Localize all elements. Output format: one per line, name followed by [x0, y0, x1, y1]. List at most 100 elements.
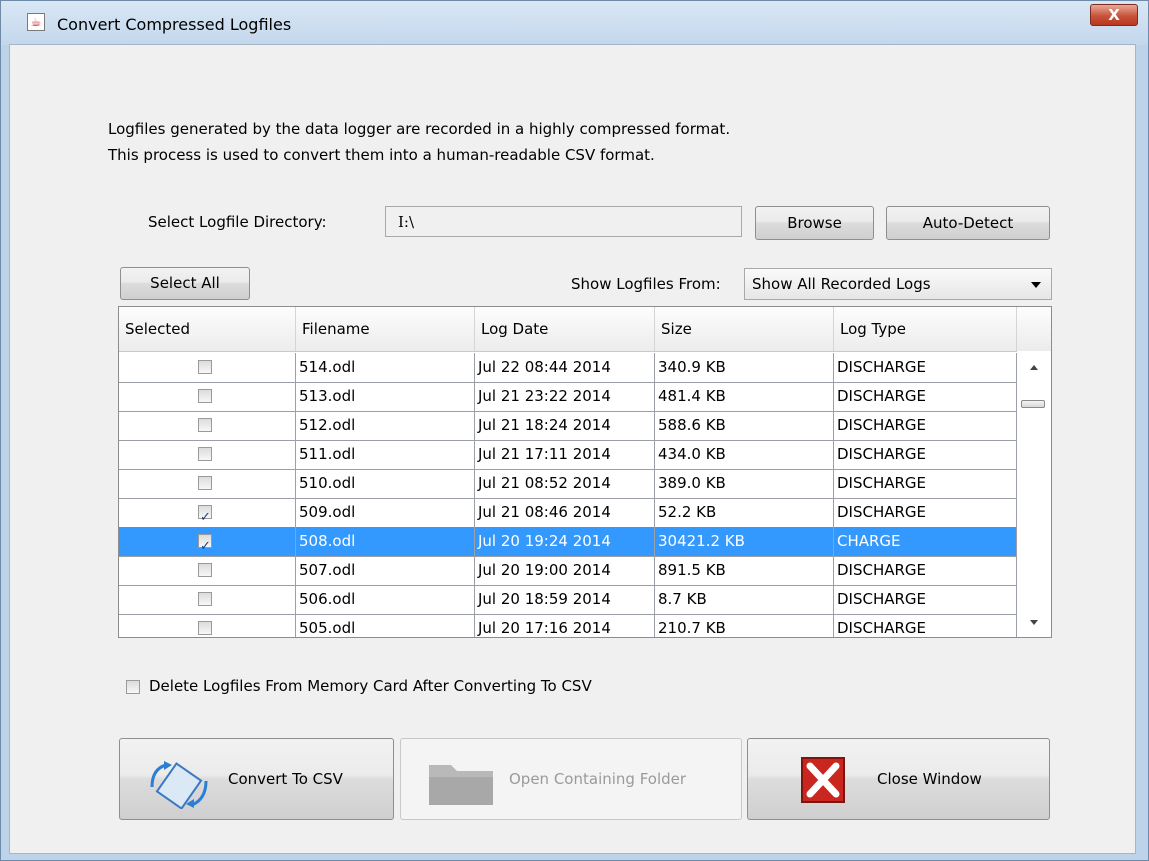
row-checkbox[interactable]	[198, 360, 212, 374]
open-containing-folder-button[interactable]: Open Containing Folder	[400, 738, 742, 820]
row-type-cell[interactable]: DISCHARGE	[834, 382, 1017, 411]
scroll-up-arrow-icon[interactable]	[1030, 365, 1038, 370]
row-checkbox[interactable]	[198, 476, 212, 490]
row-selected-cell	[119, 440, 296, 469]
row-type-cell[interactable]: DISCHARGE	[834, 614, 1017, 637]
row-checkbox[interactable]	[198, 418, 212, 432]
column-header-filename[interactable]: Filename	[296, 307, 475, 351]
row-checkbox[interactable]	[198, 389, 212, 403]
table-row[interactable]: 507.odl Jul 20 19:00 2014 891.5 KB DISCHARG…	[119, 556, 1017, 586]
delete-after-convert-checkbox[interactable]	[126, 680, 140, 694]
row-filename-cell[interactable]: 507.odl	[296, 556, 475, 585]
row-type-cell[interactable]: DISCHARGE	[834, 585, 1017, 614]
scroll-down-arrow-icon[interactable]	[1030, 620, 1038, 625]
row-filename-cell[interactable]: 512.odl	[296, 411, 475, 440]
row-size-cell[interactable]: 389.0 KB	[655, 469, 834, 498]
row-date-cell[interactable]: Jul 21 08:46 2014	[475, 498, 655, 527]
chevron-down-icon	[1031, 282, 1041, 288]
row-filename-cell[interactable]: 510.odl	[296, 469, 475, 498]
open-folder-button-label: Open Containing Folder	[509, 770, 687, 788]
table-row[interactable]: 513.odl Jul 21 23:22 2014 481.4 KB DISCHARG…	[119, 382, 1017, 412]
column-header-log-type[interactable]: Log Type	[834, 307, 1017, 351]
row-date-cell[interactable]: Jul 22 08:44 2014	[475, 353, 655, 382]
row-date-cell[interactable]: Jul 20 19:00 2014	[475, 556, 655, 585]
table-row[interactable]: 508.odlJul 20 19:24 201430421.2 KBCHARGE	[119, 527, 1017, 557]
select-all-button[interactable]: Select All	[120, 267, 250, 300]
row-size-cell[interactable]: 8.7 KB	[655, 585, 834, 614]
description-line-2: This process is used to convert them int…	[108, 146, 655, 164]
close-red-x-icon	[801, 757, 845, 803]
table-row[interactable]: 505.odl Jul 20 17:16 2014 210.7 KB DISCHARG…	[119, 614, 1017, 637]
row-date-cell[interactable]: Jul 21 08:52 2014	[475, 469, 655, 498]
directory-field[interactable]: I:\	[385, 206, 742, 237]
auto-detect-button[interactable]: Auto-Detect	[886, 206, 1050, 240]
row-checkbox[interactable]	[198, 447, 212, 461]
title-bar[interactable]: ☕ Convert Compressed Logfiles X	[1, 1, 1148, 45]
row-type-cell[interactable]: DISCHARGE	[834, 469, 1017, 498]
row-size-cell[interactable]: 52.2 KB	[655, 498, 834, 527]
row-checkbox[interactable]	[198, 532, 212, 556]
row-size-cell[interactable]: 891.5 KB	[655, 556, 834, 585]
row-filename-cell[interactable]: 514.odl	[296, 353, 475, 382]
scrollbar-thumb[interactable]	[1021, 400, 1045, 408]
table-header: Selected Filename Log Date Size Log Type	[119, 307, 1017, 352]
close-window-button[interactable]: Close Window	[747, 738, 1050, 820]
filter-label: Show Logfiles From:	[571, 275, 721, 293]
table-row[interactable]: 512.odl Jul 21 18:24 2014 588.6 KB DISCHARG…	[119, 411, 1017, 441]
row-size-cell[interactable]: 481.4 KB	[655, 382, 834, 411]
table-row[interactable]: 511.odl Jul 21 17:11 2014 434.0 KB DISCHARG…	[119, 440, 1017, 470]
folder-icon	[429, 765, 493, 805]
row-date-cell[interactable]: Jul 20 18:59 2014	[475, 585, 655, 614]
row-type-cell[interactable]: DISCHARGE	[834, 353, 1017, 382]
row-checkbox[interactable]	[198, 563, 212, 577]
row-type-cell[interactable]: DISCHARGE	[834, 498, 1017, 527]
table-row[interactable]: 510.odl Jul 21 08:52 2014 389.0 KB DISCHARG…	[119, 469, 1017, 499]
row-filename-cell[interactable]: 513.odl	[296, 382, 475, 411]
row-selected-cell	[119, 469, 296, 498]
row-selected-cell	[119, 382, 296, 411]
title-close-button[interactable]: X	[1090, 4, 1138, 26]
row-size-cell[interactable]: 30421.2 KB	[655, 527, 834, 556]
row-selected-cell	[119, 498, 296, 527]
row-date-cell[interactable]: Jul 20 19:24 2014	[475, 527, 655, 556]
row-type-cell[interactable]: CHARGE	[834, 527, 1017, 556]
row-type-cell[interactable]: DISCHARGE	[834, 556, 1017, 585]
row-date-cell[interactable]: Jul 21 17:11 2014	[475, 440, 655, 469]
row-size-cell[interactable]: 340.9 KB	[655, 353, 834, 382]
row-date-cell[interactable]: Jul 21 18:24 2014	[475, 411, 655, 440]
filter-dropdown[interactable]: Show All Recorded Logs	[744, 268, 1052, 300]
row-checkbox[interactable]	[198, 503, 212, 527]
logfile-table: Selected Filename Log Date Size Log Type…	[118, 306, 1052, 638]
row-selected-cell	[119, 556, 296, 585]
row-checkbox[interactable]	[198, 621, 212, 635]
table-header-corner	[1017, 307, 1051, 352]
row-date-cell[interactable]: Jul 20 17:16 2014	[475, 614, 655, 637]
column-header-selected[interactable]: Selected	[119, 307, 296, 351]
table-row[interactable]: 514.odl Jul 22 08:44 2014 340.9 KB DISCHARG…	[119, 353, 1017, 383]
row-type-cell[interactable]: DISCHARGE	[834, 411, 1017, 440]
browse-button[interactable]: Browse	[755, 206, 874, 240]
row-size-cell[interactable]: 434.0 KB	[655, 440, 834, 469]
close-window-button-label: Close Window	[877, 770, 982, 788]
row-selected-cell	[119, 411, 296, 440]
column-header-log-date[interactable]: Log Date	[475, 307, 655, 351]
column-header-size[interactable]: Size	[655, 307, 834, 351]
row-date-cell[interactable]: Jul 21 23:22 2014	[475, 382, 655, 411]
row-filename-cell[interactable]: 508.odl	[296, 527, 475, 556]
row-filename-cell[interactable]: 505.odl	[296, 614, 475, 637]
row-selected-cell	[119, 353, 296, 382]
row-filename-cell[interactable]: 509.odl	[296, 498, 475, 527]
row-checkbox[interactable]	[198, 592, 212, 606]
row-type-cell[interactable]: DISCHARGE	[834, 440, 1017, 469]
convert-to-csv-button[interactable]: Convert To CSV	[119, 738, 394, 820]
description-line-1: Logfiles generated by the data logger ar…	[108, 120, 731, 138]
row-size-cell[interactable]: 210.7 KB	[655, 614, 834, 637]
table-row[interactable]: 506.odl Jul 20 18:59 2014 8.7 KB DISCHARGE	[119, 585, 1017, 615]
vertical-scrollbar[interactable]	[1017, 351, 1051, 637]
table-row[interactable]: 509.odlJul 21 08:46 201452.2 KBDISCHARGE	[119, 498, 1017, 528]
convert-icon	[150, 761, 208, 809]
window-title: Convert Compressed Logfiles	[57, 15, 292, 34]
row-size-cell[interactable]: 588.6 KB	[655, 411, 834, 440]
row-filename-cell[interactable]: 506.odl	[296, 585, 475, 614]
row-filename-cell[interactable]: 511.odl	[296, 440, 475, 469]
